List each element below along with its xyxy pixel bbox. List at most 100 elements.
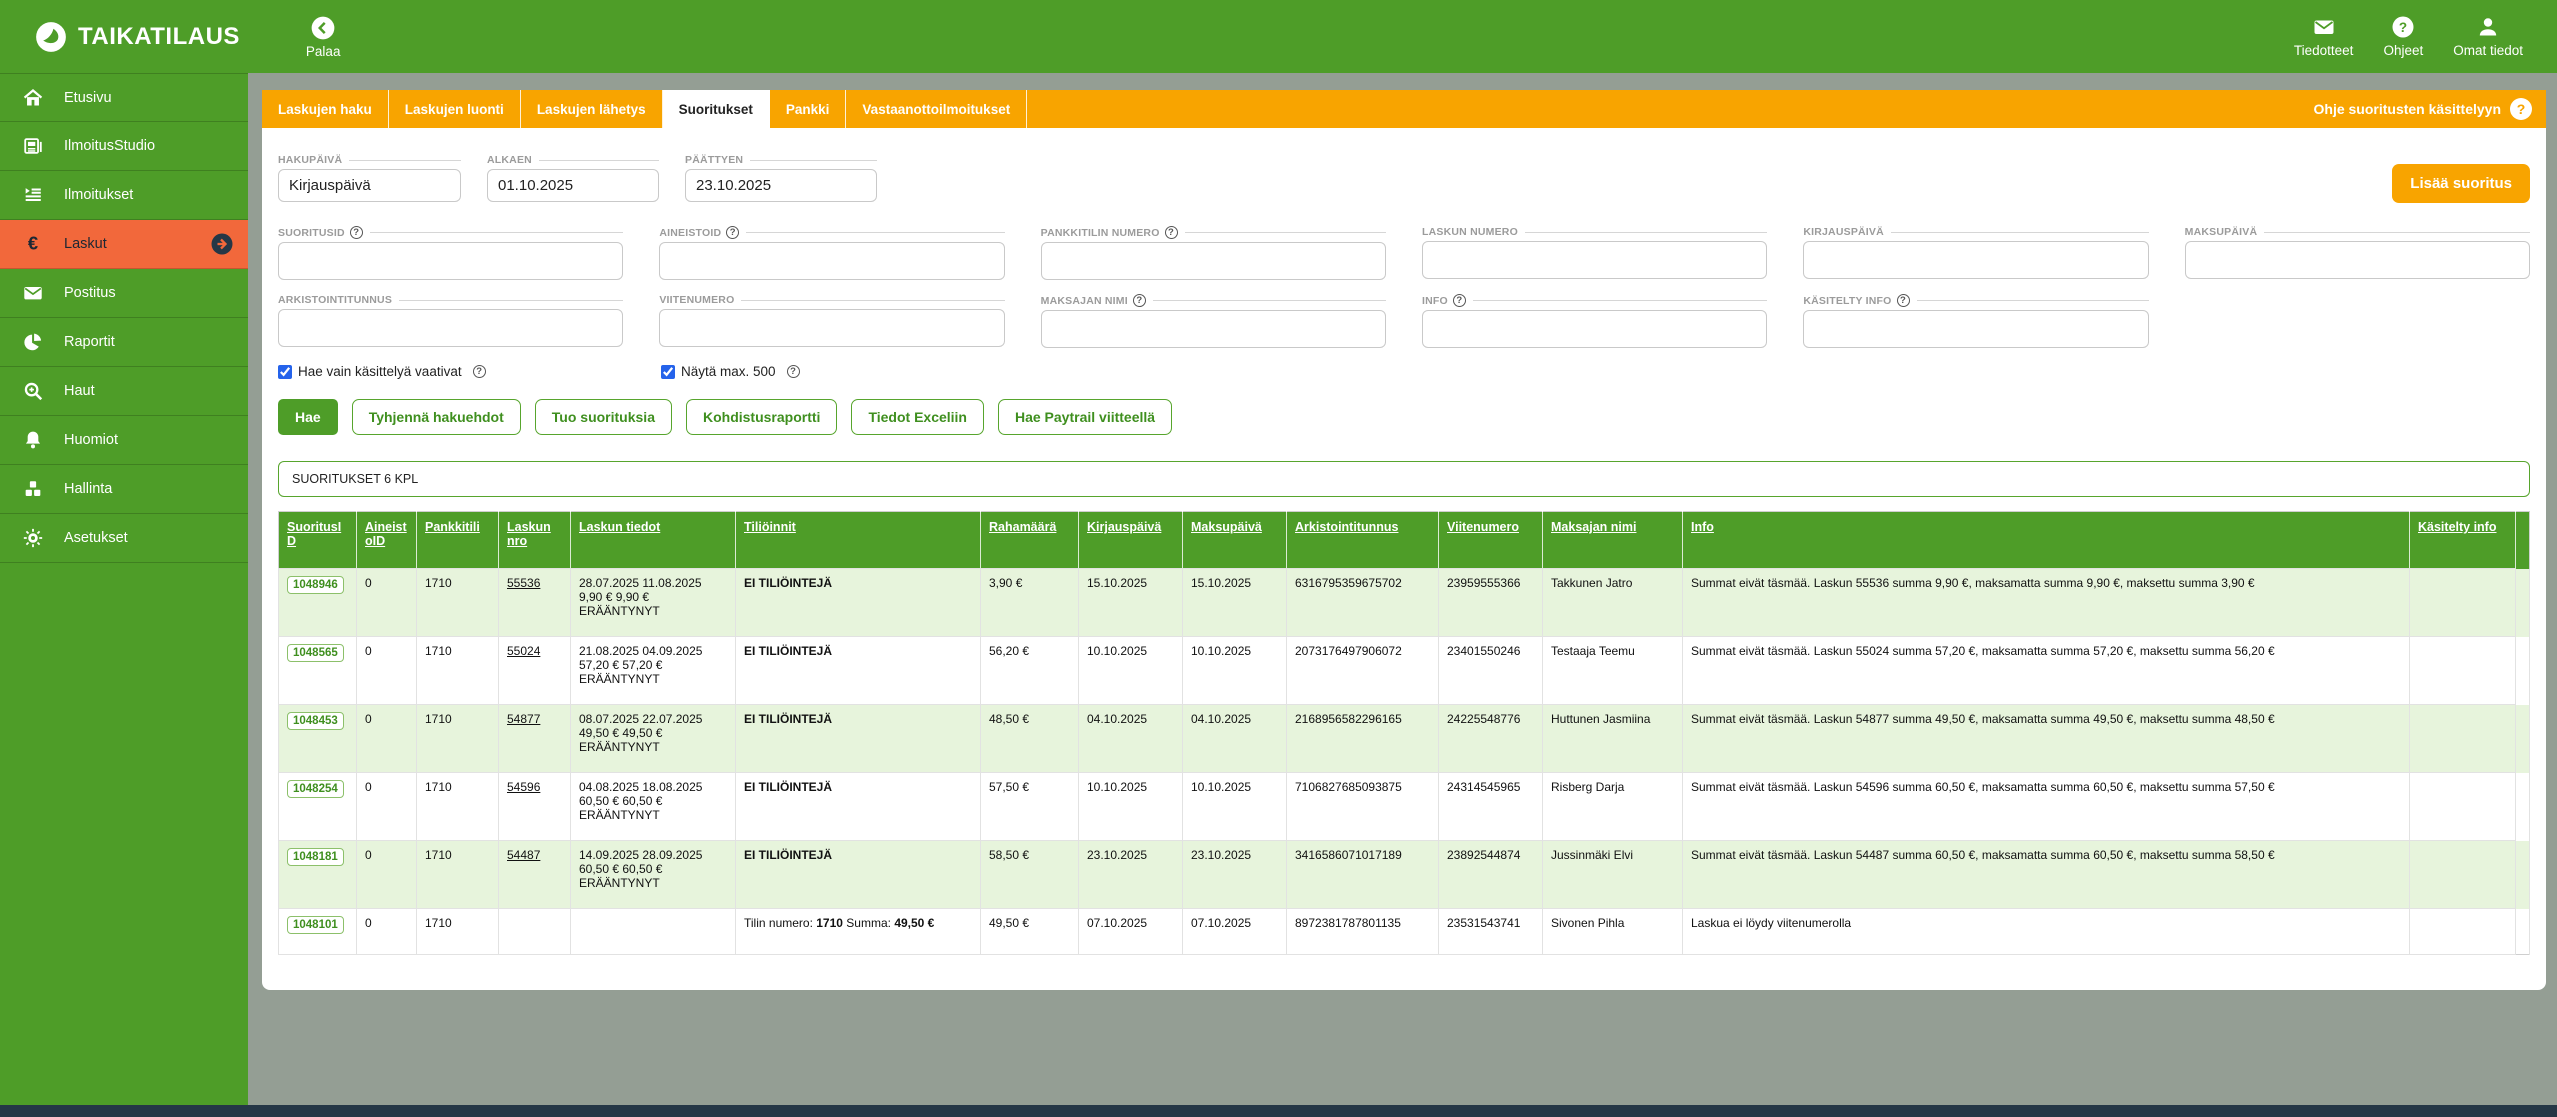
suoritus-id-link[interactable]: 1048946 (287, 576, 344, 594)
topbar-menu-tiedotteet[interactable]: Tiedotteet (2294, 15, 2354, 58)
field-label-text: PANKKITILIN NUMERO (1041, 227, 1160, 239)
paattyen-field[interactable]: 23.10.2025 (685, 169, 877, 202)
sidebar-item-ilmoitukset[interactable]: Ilmoitukset (0, 171, 248, 220)
column-header-label[interactable]: Viitenumero (1447, 520, 1519, 534)
tiedot-exceliin-button[interactable]: Tiedot Exceliin (851, 399, 984, 435)
sidebar-item-haut[interactable]: Haut (0, 367, 248, 416)
topbar-menu-omat-tiedot[interactable]: Omat tiedot (2453, 15, 2523, 58)
arkistointitunnus-input[interactable] (278, 309, 623, 347)
column-header-label[interactable]: Laskun nro (507, 520, 551, 548)
laskun-nro-link[interactable]: 54487 (507, 848, 540, 862)
field-label: HAKUPÄIVÄ (278, 154, 461, 166)
tab-laskujen-haku[interactable]: Laskujen haku (262, 90, 389, 128)
cell-kasitelty-info (2410, 773, 2516, 841)
hae-vain-kasittelya-vaativat-checkbox[interactable] (278, 365, 292, 379)
date-filter-alkaen: ALKAEN 01.10.2025 (487, 154, 659, 202)
column-header-label[interactable]: Rahamäärä (989, 520, 1056, 534)
column-header-laskun-nro: Laskun nro (499, 512, 571, 569)
alkaen-field[interactable]: 01.10.2025 (487, 169, 659, 202)
laskun-nro-link[interactable]: 55024 (507, 644, 540, 658)
svg-text:?: ? (2399, 20, 2407, 35)
hae-paytrail-viitteella-button[interactable]: Hae Paytrail viitteellä (998, 399, 1172, 435)
list-icon (22, 184, 44, 206)
laskun-nro-link[interactable]: 54596 (507, 780, 540, 794)
aineistoid-input[interactable] (659, 242, 1004, 280)
sidebar-item-huomiot[interactable]: Huomiot (0, 416, 248, 465)
laskun-numero-input[interactable] (1422, 241, 1767, 279)
suoritus-id-link[interactable]: 1048453 (287, 712, 344, 730)
help-link[interactable]: Ohje suoritusten käsittelyyn? (2314, 90, 2547, 128)
sidebar-item-raportit[interactable]: Raportit (0, 318, 248, 367)
column-header-label[interactable]: Arkistointitunnus (1295, 520, 1398, 534)
column-header-label[interactable]: Kirjauspäivä (1087, 520, 1161, 534)
cell-maksupaiva: 07.10.2025 (1183, 909, 1287, 955)
tab-laskujen-luonti[interactable]: Laskujen luonti (389, 90, 521, 128)
column-header-label[interactable]: Pankkitili (425, 520, 480, 534)
topbar-menu-ohjeet[interactable]: ?Ohjeet (2383, 15, 2423, 58)
tab-vastaanottoilmoitukset[interactable]: Vastaanottoilmoitukset (846, 90, 1027, 128)
column-header-label[interactable]: AineistoID (365, 520, 407, 548)
column-header-label[interactable]: Laskun tiedot (579, 520, 660, 534)
laskun-nro-link[interactable]: 54877 (507, 712, 540, 726)
field-label-text: INFO (1422, 295, 1448, 307)
sidebar-item-etusivu[interactable]: Etusivu (0, 73, 248, 122)
checkbox-nayta-max-500[interactable]: Näytä max. 500 (661, 364, 800, 379)
column-header-label[interactable]: Info (1691, 520, 1714, 534)
field-label: MAKSAJAN NIMI (1041, 294, 1386, 307)
sidebar-item-label: Etusivu (64, 90, 112, 106)
tuo-suorituksia-button[interactable]: Tuo suorituksia (535, 399, 672, 435)
column-header-suoritusid: SuoritusID (279, 512, 357, 569)
info-input[interactable] (1422, 310, 1767, 348)
add-suoritus-button[interactable]: Lisää suoritus (2392, 164, 2530, 203)
laskun-nro-link[interactable]: 55536 (507, 576, 540, 590)
column-header-laskun-tiedot: Laskun tiedot (571, 512, 736, 569)
nayta-max-500-checkbox[interactable] (661, 365, 675, 379)
back-arrow-icon (310, 15, 336, 41)
info-icon (1133, 294, 1146, 307)
cell-maksajan-nimi: Huttunen Jasmiina (1543, 705, 1683, 773)
search-button[interactable]: Hae (278, 399, 338, 435)
column-header-label[interactable]: Maksupäivä (1191, 520, 1262, 534)
back-button[interactable]: Palaa (306, 15, 341, 59)
mail-icon (2312, 15, 2336, 39)
viitenumero-input[interactable] (659, 309, 1004, 347)
cell-arkistointitunnus: 3416586071017189 (1287, 841, 1439, 909)
table-scroll-track (2516, 841, 2530, 909)
column-header-label[interactable]: Käsitelty info (2418, 520, 2497, 534)
tab-suoritukset[interactable]: Suoritukset (663, 90, 770, 128)
suoritus-id-link[interactable]: 1048254 (287, 780, 344, 798)
cell-arkistointitunnus: 7106827685093875 (1287, 773, 1439, 841)
topbar-menu-label: Omat tiedot (2453, 43, 2523, 58)
sidebar-item-postitus[interactable]: Postitus (0, 269, 248, 318)
sidebar-item-asetukset[interactable]: Asetukset (0, 514, 248, 563)
sidebar-item-hallinta[interactable]: Hallinta (0, 465, 248, 514)
maksajan-nimi-input[interactable] (1041, 310, 1386, 348)
suoritus-id-link[interactable]: 1048101 (287, 916, 344, 934)
cell-laskun-tiedot: 28.07.2025 11.08.2025 9,90 € 9,90 € ERÄÄ… (571, 569, 736, 637)
field-label: ALKAEN (487, 154, 659, 166)
suoritus-id-link[interactable]: 1048565 (287, 644, 344, 662)
tab-laskujen-lahetys[interactable]: Laskujen lähetys (521, 90, 663, 128)
hakupaiva-field[interactable]: Kirjauspäivä (278, 169, 461, 202)
tab-pankki[interactable]: Pankki (770, 90, 847, 128)
suoritus-id-link[interactable]: 1048181 (287, 848, 344, 866)
kasitelty-info-input[interactable] (1803, 310, 2148, 348)
cell-tilioinnit: EI TILIÖINTEJÄ (736, 705, 981, 773)
tyhjenna-hakuehdot-button[interactable]: Tyhjennä hakuehdot (352, 399, 521, 435)
maksupaiva-input[interactable] (2185, 241, 2530, 279)
sidebar-item-ilmoitusstudio[interactable]: IlmoitusStudio (0, 122, 248, 171)
sidebar-item-laskut[interactable]: €Laskut (0, 220, 248, 269)
column-header-label[interactable]: Maksajan nimi (1551, 520, 1636, 534)
column-header-label[interactable]: SuoritusID (287, 520, 341, 548)
checkbox-label: Näytä max. 500 (681, 364, 776, 379)
home-icon (22, 87, 44, 109)
pankkitilin-numero-input[interactable] (1041, 242, 1386, 280)
cell-pankkitili: 1710 (417, 841, 499, 909)
kohdistusraportti-button[interactable]: Kohdistusraportti (686, 399, 837, 435)
cell-rahamaara: 48,50 € (981, 705, 1079, 773)
checkbox-hae-vain-kasittelya-vaativat[interactable]: Hae vain käsittelyä vaativat (278, 364, 661, 379)
kirjauspaiva-input[interactable] (1803, 241, 2148, 279)
cell-laskun-nro: 55024 (499, 637, 571, 705)
suoritusid-input[interactable] (278, 242, 623, 280)
column-header-label[interactable]: Tiliöinnit (744, 520, 796, 534)
